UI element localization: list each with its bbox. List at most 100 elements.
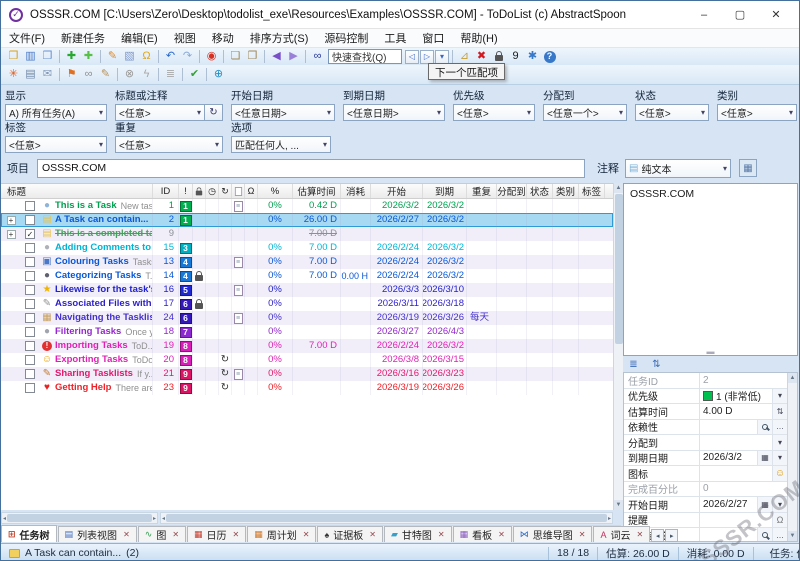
column-header[interactable]: ID bbox=[153, 184, 179, 198]
task-title-cell[interactable]: This is a TaskNew tas... bbox=[55, 199, 153, 213]
columns-hscrollbar[interactable]: ◂ ▸ bbox=[160, 512, 613, 524]
view-tab[interactable]: ▤ 列表视图 ✕ bbox=[58, 526, 137, 542]
yin-yang-icon[interactable]: 9 bbox=[507, 49, 524, 64]
view-tab[interactable]: ▦ 周计划 ✕ bbox=[247, 526, 316, 542]
task-checkbox-cell[interactable] bbox=[21, 297, 39, 311]
redo-icon[interactable]: ↷ bbox=[179, 49, 196, 64]
approve-icon[interactable]: ✔ bbox=[186, 67, 203, 82]
chevron-down-icon[interactable]: ▾ bbox=[772, 389, 787, 404]
flag-icon[interactable]: ⚑ bbox=[63, 67, 80, 82]
close-tab-icon[interactable]: ✕ bbox=[233, 530, 240, 539]
task-checkbox[interactable] bbox=[25, 369, 35, 379]
view-tab[interactable]: ⋈ 思维导图 ✕ bbox=[513, 526, 593, 542]
filter-combo[interactable]: <任意> ▾ bbox=[115, 136, 223, 153]
forward-icon[interactable]: ▶ bbox=[285, 49, 302, 64]
find-prev-button[interactable]: ◁ bbox=[405, 50, 419, 64]
table-row[interactable]: ☺ Exporting TasksToDo... 20 8 ↻ 0% 2026/… bbox=[1, 353, 613, 367]
expand-toggle[interactable] bbox=[1, 367, 21, 381]
task-title-cell[interactable]: This is a completed task bbox=[55, 227, 153, 241]
smiley-icon[interactable]: ☺ bbox=[772, 466, 787, 481]
task-checkbox[interactable] bbox=[25, 327, 35, 337]
browse-icon[interactable]: … bbox=[772, 420, 787, 435]
task-checkbox[interactable] bbox=[25, 313, 35, 323]
comments-format-button[interactable]: ▦ bbox=[739, 159, 757, 177]
maximize-comments-icon[interactable]: ❐ bbox=[244, 49, 261, 64]
close-tab-icon[interactable]: ✕ bbox=[369, 530, 376, 539]
task-title-cell[interactable]: Navigating the Tasklist bbox=[55, 311, 153, 325]
task-title-cell[interactable]: Likewise for the task's ... bbox=[55, 283, 153, 297]
task-checkbox-cell[interactable] bbox=[21, 367, 39, 381]
link-icon[interactable]: ∞ bbox=[80, 67, 97, 82]
view-tab[interactable]: A 词云 ✕ bbox=[593, 526, 650, 542]
column-header[interactable]: 估算时间 bbox=[293, 184, 341, 198]
column-header[interactable]: ↻ bbox=[219, 184, 232, 198]
expand-toggle[interactable] bbox=[1, 339, 21, 353]
task-checkbox[interactable] bbox=[25, 215, 35, 225]
title-column-hscrollbar[interactable]: ◂ ▸ bbox=[1, 512, 158, 524]
attribute-value[interactable] bbox=[700, 420, 757, 435]
find-tasks-icon[interactable]: ∞ bbox=[309, 49, 326, 64]
web-update-icon[interactable]: ⊕ bbox=[210, 67, 227, 82]
menu-item[interactable]: 帮助(H) bbox=[460, 30, 497, 46]
attribute-value[interactable]: 4.00 D bbox=[700, 404, 772, 419]
tab-scroll-left-icon[interactable]: ◂ bbox=[651, 529, 664, 542]
task-checkbox-cell[interactable] bbox=[21, 381, 39, 395]
column-header[interactable]: 类别 bbox=[553, 184, 579, 198]
task-title-cell[interactable]: Sharing TasklistsIf y... bbox=[55, 367, 153, 381]
menu-item[interactable]: 工具 bbox=[384, 30, 406, 46]
scroll-left-icon[interactable]: ◂ bbox=[162, 515, 165, 522]
scroll-thumb[interactable] bbox=[166, 514, 607, 522]
attribute-value[interactable] bbox=[700, 528, 757, 542]
close-button[interactable]: ✕ bbox=[761, 5, 791, 25]
password-lock-icon[interactable] bbox=[490, 49, 507, 64]
attribute-value[interactable] bbox=[700, 466, 772, 481]
help-icon[interactable]: ? bbox=[541, 49, 558, 64]
menu-item[interactable]: 移动 bbox=[212, 30, 234, 46]
scroll-thumb[interactable] bbox=[615, 194, 623, 344]
table-row[interactable]: ▣ Colouring TasksTasks... 13 4 ≡ 0% 7.00… bbox=[1, 255, 613, 269]
filter-combo[interactable]: <任意> ▾ bbox=[115, 104, 205, 121]
attribute-value[interactable]: 2026/2/27 bbox=[700, 497, 757, 512]
view-tab[interactable]: ⊞ 任务树 bbox=[1, 525, 57, 542]
spinner-icon[interactable]: ⇅ bbox=[772, 404, 787, 419]
comments-pane[interactable]: OSSSR.COM ▬ bbox=[623, 183, 798, 356]
attribute-value[interactable]: 2 bbox=[700, 373, 787, 388]
close-tab-icon[interactable]: ✕ bbox=[123, 530, 130, 539]
task-checkbox[interactable] bbox=[25, 341, 35, 351]
table-row[interactable]: + ▤ A Task can contain...O... 2 1 0% 26.… bbox=[1, 213, 613, 227]
maximize-tasklist-icon[interactable]: ❏ bbox=[227, 49, 244, 64]
print-icon[interactable]: ▤ bbox=[22, 67, 39, 82]
filter-combo[interactable]: <任意日期> ▾ bbox=[231, 104, 335, 121]
task-checkbox[interactable] bbox=[25, 257, 35, 267]
table-row[interactable]: ! Importing TasksToD... 19 8 0% 7.00 D 2… bbox=[1, 339, 613, 353]
task-checkbox-cell[interactable] bbox=[21, 213, 39, 227]
task-title-cell[interactable]: A Task can contain...O... bbox=[55, 213, 153, 227]
column-header[interactable]: 重复 bbox=[467, 184, 497, 198]
task-checkbox-cell[interactable] bbox=[21, 241, 39, 255]
column-header[interactable]: Ω bbox=[245, 184, 258, 198]
tab-scroll-right-icon[interactable]: ▸ bbox=[665, 529, 678, 542]
quick-find-input[interactable] bbox=[328, 49, 402, 64]
undo-icon[interactable]: ↶ bbox=[162, 49, 179, 64]
column-header[interactable]: ◷ bbox=[206, 184, 219, 198]
close-tab-icon[interactable]: ✕ bbox=[172, 530, 179, 539]
open-tasklist-icon[interactable]: ❐ bbox=[5, 49, 22, 64]
preferences-gear-icon[interactable]: ✱ bbox=[524, 49, 541, 64]
expand-toggle[interactable] bbox=[1, 311, 21, 325]
column-header[interactable]: 到期 bbox=[423, 184, 467, 198]
brush-icon[interactable]: ✎ bbox=[97, 67, 114, 82]
task-checkbox[interactable] bbox=[25, 201, 35, 211]
task-title-cell[interactable]: Importing TasksToD... bbox=[55, 339, 153, 353]
task-title-cell[interactable]: Colouring TasksTasks... bbox=[55, 255, 153, 269]
close-tab-icon[interactable]: ✕ bbox=[498, 530, 505, 539]
column-header[interactable]: ! bbox=[179, 184, 193, 198]
scroll-down-icon[interactable]: ▼ bbox=[788, 531, 797, 541]
browse-icon[interactable]: … bbox=[772, 528, 787, 542]
view-tab[interactable]: ▰ 甘特图 ✕ bbox=[384, 526, 452, 542]
maximize-button[interactable]: ▢ bbox=[725, 5, 755, 25]
column-header[interactable]: 标题 bbox=[1, 184, 153, 198]
column-header[interactable]: 消耗 bbox=[341, 184, 371, 198]
view-tab[interactable]: ▦ 看板 ✕ bbox=[453, 526, 512, 542]
task-checkbox[interactable]: ✓ bbox=[25, 229, 35, 239]
menu-item[interactable]: 排序方式(S) bbox=[250, 30, 309, 46]
